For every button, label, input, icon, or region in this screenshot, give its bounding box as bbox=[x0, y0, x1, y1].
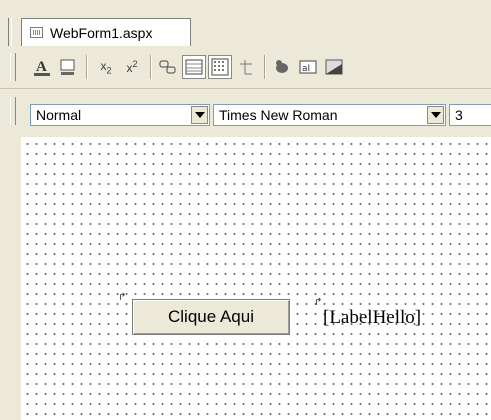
font-name-select[interactable]: Times New Roman bbox=[213, 104, 446, 126]
hyperlink-button[interactable] bbox=[156, 55, 180, 79]
insert-table-button[interactable] bbox=[234, 55, 258, 79]
toolbar-grip[interactable] bbox=[10, 97, 16, 125]
design-surface-gutter bbox=[0, 137, 21, 420]
highlight-button[interactable] bbox=[56, 55, 80, 79]
subscript-button[interactable]: x2 bbox=[94, 55, 118, 79]
image-button[interactable] bbox=[322, 55, 346, 79]
svg-text:aI: aI bbox=[302, 64, 310, 74]
label-hello[interactable]: [LabelHello] bbox=[323, 307, 421, 329]
highlight-icon bbox=[60, 59, 75, 75]
textbox-button[interactable]: aI bbox=[296, 55, 320, 79]
tabstrip-edge bbox=[8, 18, 12, 46]
toolbar-separator bbox=[150, 55, 152, 79]
toolbar-grip[interactable] bbox=[10, 53, 16, 81]
svg-text:A: A bbox=[36, 59, 47, 75]
tab-label: WebForm1.aspx bbox=[50, 24, 153, 41]
control-anchor-icon: ↱ bbox=[118, 292, 127, 303]
absolute-position-button[interactable] bbox=[270, 55, 294, 79]
block-format-value: Normal bbox=[36, 107, 82, 123]
textbox-icon: aI bbox=[299, 60, 317, 74]
link-icon bbox=[159, 60, 176, 74]
superscript-button[interactable]: x2 bbox=[120, 55, 144, 79]
toolbar-separator bbox=[86, 55, 88, 79]
webform-icon bbox=[30, 27, 43, 38]
chevron-down-icon[interactable] bbox=[191, 106, 208, 124]
font-name-value: Times New Roman bbox=[219, 107, 338, 123]
subscript-icon: x2 bbox=[100, 58, 112, 76]
block-format-select[interactable]: Normal bbox=[30, 104, 210, 126]
control-anchor-icon: ↱ bbox=[314, 297, 323, 308]
font-color-button[interactable]: A bbox=[30, 55, 54, 79]
document-tabstrip: WebForm1.aspx bbox=[0, 0, 491, 47]
grid-button[interactable] bbox=[208, 55, 232, 79]
image-icon bbox=[325, 59, 343, 75]
table-rows-icon bbox=[185, 59, 203, 75]
font-color-icon: A bbox=[34, 59, 50, 76]
superscript-icon: x2 bbox=[126, 59, 138, 75]
tab-webform1[interactable]: WebForm1.aspx bbox=[21, 18, 191, 46]
font-size-value: 3 bbox=[455, 107, 463, 123]
clique-aqui-button[interactable]: Clique Aqui bbox=[132, 299, 290, 335]
toolbar-separator bbox=[264, 55, 266, 79]
table-rows-button[interactable] bbox=[182, 55, 206, 79]
font-size-select[interactable]: 3 bbox=[449, 104, 491, 126]
grid-icon bbox=[211, 58, 229, 76]
design-surface[interactable] bbox=[21, 137, 491, 420]
formatting-toolbar: A x2 x2 aI bbox=[0, 46, 491, 89]
position-icon bbox=[276, 60, 288, 73]
insert-table-icon bbox=[240, 60, 252, 75]
chevron-down-icon[interactable] bbox=[427, 106, 444, 124]
